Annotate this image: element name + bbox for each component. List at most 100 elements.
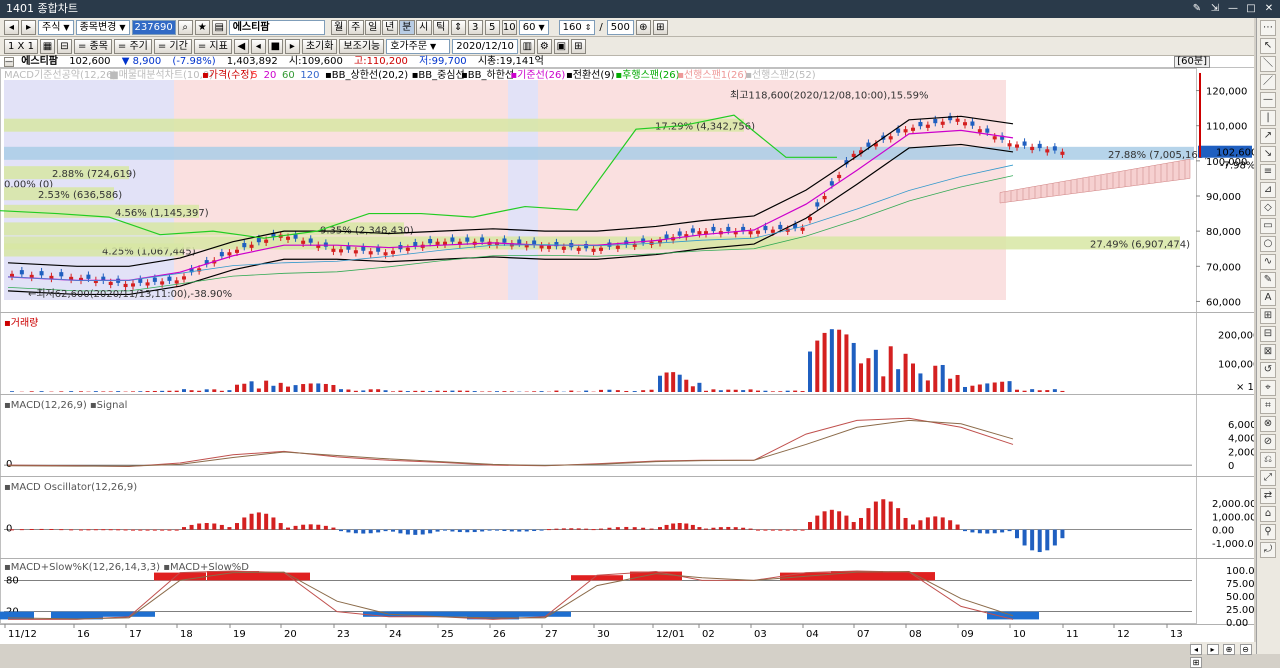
oversold-fill (103, 612, 155, 617)
drawing-tool-12-icon[interactable]: ▭ (1260, 218, 1276, 234)
period-week[interactable]: 주 (348, 20, 364, 35)
stop-icon[interactable]: ■ (268, 39, 283, 54)
drawing-tool-28-icon[interactable]: ⌂ (1260, 506, 1276, 522)
drawing-tool-9-icon[interactable]: ≡ (1260, 164, 1276, 180)
layout-button[interactable]: 1 X 1 (4, 39, 38, 54)
drawing-tool-3-icon[interactable]: ＼ (1260, 56, 1276, 72)
drawing-tool-19-icon[interactable]: ⊠ (1260, 344, 1276, 360)
split-icon[interactable]: ⊟ (57, 39, 72, 54)
capture-icon[interactable]: ▣ (554, 39, 569, 54)
x-tick-label: 04 (806, 629, 819, 640)
zoom-in-icon[interactable]: ⊕ (1223, 644, 1235, 655)
minimize-icon[interactable]: — (1226, 2, 1240, 16)
reset-button[interactable]: 초기화 (302, 39, 338, 54)
oscillator-bar (101, 529, 105, 530)
scroll-left-icon[interactable]: ◂ (1190, 644, 1202, 655)
prev-icon[interactable]: ◂ (4, 20, 19, 35)
menu-icon[interactable]: ▤ (212, 20, 227, 35)
interval-10[interactable]: 10 (502, 20, 517, 35)
drawing-tool-29-icon[interactable]: ⚲ (1260, 524, 1276, 540)
pin-icon[interactable]: ✎ (1190, 2, 1204, 16)
drawing-tool-5-icon[interactable]: — (1260, 92, 1276, 108)
close-icon[interactable]: ✕ (1262, 2, 1276, 16)
step-forward-icon[interactable]: ▸ (285, 39, 300, 54)
collapse-icon[interactable]: — (4, 57, 14, 67)
session-band (508, 80, 538, 300)
maximize-icon[interactable]: □ (1244, 2, 1258, 16)
drawing-tool-10-icon[interactable]: ⊿ (1260, 182, 1276, 198)
drawing-tool-21-icon[interactable]: ⌖ (1260, 380, 1276, 396)
settings-icon[interactable]: ⚙ (537, 39, 552, 54)
volume-bar (101, 391, 105, 392)
aux-button[interactable]: 보조기능 (339, 39, 384, 54)
next-icon[interactable]: ▸ (21, 20, 36, 35)
tab-period[interactable]: = 주기 (114, 39, 152, 54)
search-chart-icon[interactable]: ⊞ (571, 39, 586, 54)
count-input[interactable]: 160⇕ (559, 20, 596, 35)
step-back-icon[interactable]: ◂ (251, 39, 266, 54)
chart-canvas[interactable]: 11/12161718192023242526273012/0102030407… (0, 68, 1254, 644)
period-month[interactable]: 월 (331, 20, 347, 35)
drawing-tool-11-icon[interactable]: ◇ (1260, 200, 1276, 216)
drawing-tool-16-icon[interactable]: A (1260, 290, 1276, 306)
drawing-tool-27-icon[interactable]: ⇄ (1260, 488, 1276, 504)
period-day[interactable]: 일 (365, 20, 381, 35)
drawing-tool-20-icon[interactable]: ↺ (1260, 362, 1276, 378)
drawing-tool-24-icon[interactable]: ⊘ (1260, 434, 1276, 450)
current-change-tag: -7.98% (1220, 161, 1254, 172)
period-minute[interactable]: 분 (399, 20, 415, 35)
drawing-tool-13-icon[interactable]: ○ (1260, 236, 1276, 252)
drawing-tool-4-icon[interactable]: ／ (1260, 74, 1276, 90)
drawing-tool-25-icon[interactable]: ⎌ (1260, 452, 1276, 468)
date-input[interactable]: 2020/12/10 (452, 39, 518, 54)
drawing-tool-15-icon[interactable]: ✎ (1260, 272, 1276, 288)
symbol-name-field[interactable]: 에스티팜 (229, 20, 325, 35)
code-input[interactable]: 237690 (132, 20, 176, 35)
drawing-tool-6-icon[interactable]: | (1260, 110, 1276, 126)
tab-range[interactable]: = 기간 (154, 39, 192, 54)
drawing-tool-2-icon[interactable]: ↖ (1260, 38, 1276, 54)
market-select[interactable]: 주식▼ (38, 20, 74, 35)
drawing-tool-14-icon[interactable]: ∿ (1260, 254, 1276, 270)
volume-bar (138, 391, 142, 392)
zoom-out-icon[interactable]: ⊖ (1240, 644, 1252, 655)
scroll-right-icon[interactable]: ▸ (1207, 644, 1219, 655)
stepper-icon[interactable]: ⇕ (451, 20, 466, 35)
order-select[interactable]: 호가주문▼ (386, 39, 450, 54)
drawing-tool-30-icon[interactable]: ⤾ (1260, 542, 1276, 558)
grid-icon[interactable]: ⊞ (653, 20, 668, 35)
drawing-tool-17-icon[interactable]: ⊞ (1260, 308, 1276, 324)
window-controls: ✎ ⇲ — □ ✕ (1190, 0, 1276, 16)
chart-area[interactable]: 11/12161718192023242526273012/0102030407… (0, 68, 1254, 644)
drawing-tool-26-icon[interactable]: ⤢ (1260, 470, 1276, 486)
oscillator-bar (844, 516, 848, 530)
drawing-tool-23-icon[interactable]: ⊗ (1260, 416, 1276, 432)
drawing-tool-22-icon[interactable]: ⌗ (1260, 398, 1276, 414)
drawing-tool-7-icon[interactable]: ↗ (1260, 128, 1276, 144)
interval-3[interactable]: 3 (468, 20, 483, 35)
stochastic-y-label: 50.00 (1226, 592, 1254, 603)
drawing-tool-1-icon[interactable]: ⋯ (1260, 20, 1276, 36)
interval-5[interactable]: 5 (485, 20, 500, 35)
interval-select[interactable]: 60▼ (519, 20, 549, 35)
favorite-icon[interactable]: ★ (195, 20, 210, 35)
price-legend-item: ▪전환선(9) (566, 69, 615, 81)
period-year[interactable]: 년 (382, 20, 398, 35)
period-tick[interactable]: 틱 (433, 20, 449, 35)
search-icon[interactable]: ⌕ (178, 20, 193, 35)
add-chart-icon[interactable]: ⊕ (636, 20, 651, 35)
change-symbol-select[interactable]: 종목변경▼ (76, 20, 130, 35)
window-title: 1401 종합차트 (6, 0, 78, 18)
drawing-tool-18-icon[interactable]: ⊟ (1260, 326, 1276, 342)
fit-icon[interactable]: ⊞ (1190, 657, 1202, 668)
x-tick-label: 12 (1117, 629, 1130, 640)
play-back-icon[interactable]: ◀ (234, 39, 249, 54)
drawing-tool-8-icon[interactable]: ↘ (1260, 146, 1276, 162)
calendar-icon[interactable]: ▥ (520, 39, 535, 54)
period-hour[interactable]: 시 (416, 20, 432, 35)
resize-icon[interactable]: ⇲ (1208, 2, 1222, 16)
tab-symbol[interactable]: = 종목 (74, 39, 112, 54)
oscillator-bar (569, 528, 573, 529)
tab-indicator[interactable]: = 지표 (194, 39, 232, 54)
table-icon[interactable]: ▦ (40, 39, 55, 54)
